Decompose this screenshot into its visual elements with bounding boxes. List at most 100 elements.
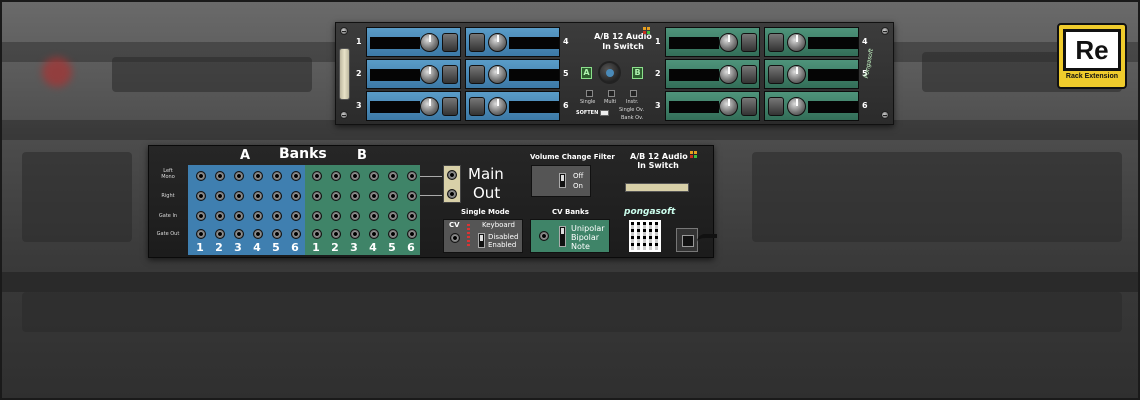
audio-jack[interactable] [291, 229, 301, 239]
volume-filter-toggle[interactable] [559, 173, 566, 188]
channel-select-button[interactable] [768, 65, 784, 84]
audio-jack[interactable] [350, 211, 360, 221]
audio-jack[interactable] [215, 229, 225, 239]
audio-jack[interactable] [253, 229, 263, 239]
channel-select-button[interactable] [469, 33, 485, 52]
activity-leds [643, 27, 651, 37]
audio-jack[interactable] [350, 171, 360, 181]
cv-option: Note [571, 242, 590, 251]
audio-jack[interactable] [272, 229, 282, 239]
channel-a3 [366, 91, 461, 121]
audio-jack[interactable] [388, 211, 398, 221]
audio-jack[interactable] [272, 211, 282, 221]
audio-jack[interactable] [234, 229, 244, 239]
channel-select-button[interactable] [741, 65, 757, 84]
channel-select-button[interactable] [741, 97, 757, 116]
audio-jack[interactable] [388, 191, 398, 201]
volume-knob[interactable] [420, 97, 439, 116]
volume-filter-label: Volume Change Filter [530, 153, 615, 161]
audio-jack[interactable] [388, 171, 398, 181]
mode-instr-button[interactable] [630, 90, 637, 97]
channel-display [370, 69, 420, 81]
audio-jack[interactable] [253, 211, 263, 221]
volume-knob[interactable] [719, 65, 738, 84]
channel-select-button[interactable] [768, 33, 784, 52]
volume-knob[interactable] [420, 65, 439, 84]
audio-jack[interactable] [407, 211, 417, 221]
cv-banks-jack[interactable] [539, 231, 549, 241]
ab-switch-knob[interactable] [598, 61, 621, 84]
volume-knob[interactable] [420, 33, 439, 52]
b-indicator[interactable]: B [632, 67, 643, 79]
audio-jack[interactable] [388, 229, 398, 239]
channel-select-button[interactable] [442, 65, 458, 84]
audio-jack[interactable] [331, 171, 341, 181]
audio-jack[interactable] [312, 171, 322, 181]
audio-jack[interactable] [407, 191, 417, 201]
audio-jack[interactable] [312, 191, 322, 201]
channel-select-button[interactable] [442, 97, 458, 116]
audio-jack[interactable] [196, 171, 206, 181]
channel-select-button[interactable] [741, 33, 757, 52]
audio-jack[interactable] [312, 229, 322, 239]
audio-jack[interactable] [272, 171, 282, 181]
main-out-right-jack[interactable] [447, 189, 457, 199]
audio-jack[interactable] [253, 171, 263, 181]
mode-single-button[interactable] [586, 90, 593, 97]
audio-jack[interactable] [369, 171, 379, 181]
audio-jack[interactable] [253, 191, 263, 201]
volume-knob[interactable] [719, 33, 738, 52]
audio-jack[interactable] [234, 191, 244, 201]
audio-jack[interactable] [331, 211, 341, 221]
audio-jack[interactable] [196, 229, 206, 239]
audio-jack[interactable] [369, 211, 379, 221]
mode-multi-button[interactable] [608, 90, 615, 97]
audio-jack[interactable] [350, 229, 360, 239]
single-mode-cv-jack[interactable] [450, 233, 460, 243]
audio-jack[interactable] [331, 229, 341, 239]
channel-display [808, 101, 858, 113]
volume-knob[interactable] [787, 65, 806, 84]
audio-jack[interactable] [196, 211, 206, 221]
bank-b-label: B [357, 148, 367, 163]
audio-jack[interactable] [234, 211, 244, 221]
audio-jack[interactable] [369, 229, 379, 239]
volume-knob[interactable] [787, 97, 806, 116]
audio-jack[interactable] [369, 191, 379, 201]
a-indicator[interactable]: A [581, 67, 592, 79]
channel-a1 [366, 27, 461, 57]
channel-select-button[interactable] [469, 65, 485, 84]
cv-banks-toggle[interactable] [559, 226, 566, 247]
audio-jack[interactable] [215, 171, 225, 181]
audio-jack[interactable] [215, 191, 225, 201]
volume-knob[interactable] [787, 33, 806, 52]
signal-arrow [420, 195, 442, 196]
volume-knob[interactable] [488, 65, 507, 84]
channel-select-button[interactable] [469, 97, 485, 116]
main-out-left-jack[interactable] [447, 170, 457, 180]
channel-select-button[interactable] [768, 97, 784, 116]
audio-jack[interactable] [407, 171, 417, 181]
channel-b1 [665, 27, 760, 57]
channel-b6 [764, 91, 859, 121]
audio-jack[interactable] [272, 191, 282, 201]
audio-jack[interactable] [291, 211, 301, 221]
row-number: 5 [563, 69, 569, 78]
volume-knob[interactable] [488, 33, 507, 52]
volume-knob[interactable] [719, 97, 738, 116]
volume-knob[interactable] [488, 97, 507, 116]
audio-jack[interactable] [350, 191, 360, 201]
audio-jack[interactable] [407, 229, 417, 239]
audio-jack[interactable] [234, 171, 244, 181]
audio-jack[interactable] [196, 191, 206, 201]
channel-select-button[interactable] [442, 33, 458, 52]
audio-jack[interactable] [331, 191, 341, 201]
audio-jack[interactable] [291, 191, 301, 201]
keyboard-toggle[interactable] [478, 233, 485, 248]
audio-jack[interactable] [215, 211, 225, 221]
device-name-tape [339, 48, 350, 100]
soften-button[interactable] [600, 110, 609, 116]
background-blurred-device [22, 152, 132, 242]
audio-jack[interactable] [291, 171, 301, 181]
audio-jack[interactable] [312, 211, 322, 221]
